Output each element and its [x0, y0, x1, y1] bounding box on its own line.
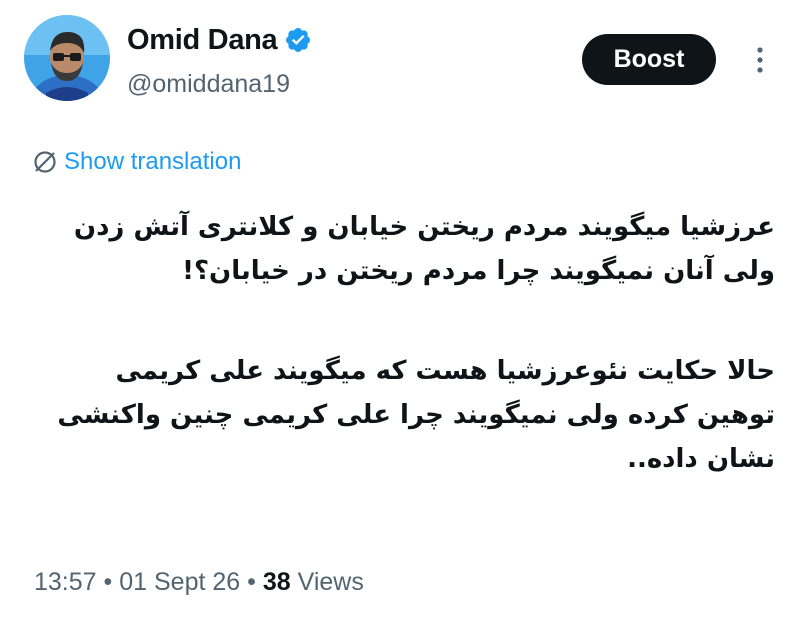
- tweet-time[interactable]: 13:57: [34, 568, 97, 596]
- show-translation-label[interactable]: Show translation: [64, 148, 241, 176]
- tweet-meta: 13:57 • 01 Sept 26 • 38 Views: [34, 568, 364, 597]
- show-translation-link[interactable]: Show translation: [32, 145, 241, 179]
- tweet-paragraph: عرزشیا میگویند مردم ریختن خیابان و کلانت…: [73, 212, 775, 286]
- profile-photo: [24, 15, 110, 101]
- meta-separator: •: [247, 568, 256, 596]
- views-label[interactable]: Views: [298, 568, 364, 596]
- boost-button[interactable]: Boost: [582, 34, 716, 85]
- author-name-row[interactable]: Omid Dana: [127, 22, 312, 58]
- meta-separator: •: [103, 568, 113, 596]
- avatar[interactable]: [24, 15, 110, 101]
- globe-icon: [32, 149, 58, 175]
- tweet-date[interactable]: 01 Sept 26: [119, 568, 240, 596]
- vertical-ellipsis-icon[interactable]: [750, 44, 770, 76]
- views-count[interactable]: 38: [263, 568, 291, 596]
- author-handle[interactable]: @omiddana19: [127, 70, 290, 99]
- tweet-text: عرزشیا میگویند مردم ریختن خیابان و کلانت…: [30, 205, 775, 481]
- verified-badge-icon: [284, 26, 312, 54]
- tweet-paragraph: حالا حکایت نئوعرزشیا هست که میگویند علی …: [57, 356, 775, 474]
- author-display-name[interactable]: Omid Dana: [127, 24, 278, 57]
